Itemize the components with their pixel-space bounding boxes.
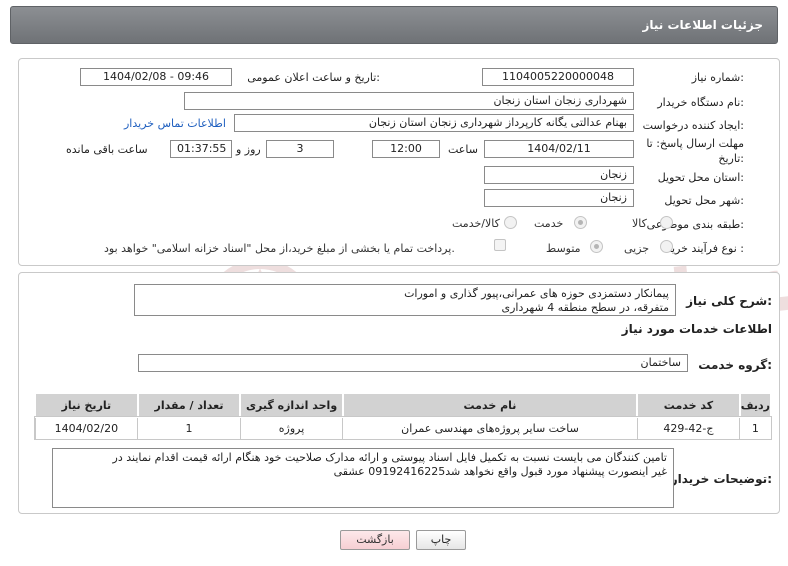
col-date-header: تاریخ نیاز: [34, 392, 139, 418]
table-row: 1 ج-42-429 ساخت سایر پروژه‌های مهندسی عم…: [34, 416, 772, 440]
delivery-city-field[interactable]: زنجان: [484, 189, 634, 207]
buyer-contact-link[interactable]: اطلاعات تماس خریدار: [124, 117, 226, 130]
process-radio-minor[interactable]: [660, 240, 673, 253]
col-row-header: ردیف: [738, 392, 773, 418]
service-group-field[interactable]: ساختمان: [138, 354, 688, 372]
category-radio-goods[interactable]: [660, 216, 673, 229]
buyer-notes-textarea[interactable]: تامین کنندگان می بایست نسبت به تکمیل فای…: [52, 448, 674, 508]
process-option-minor: جزیی: [624, 242, 650, 255]
delivery-province-field[interactable]: زنجان: [484, 166, 634, 184]
service-group-label: گروه خدمت:: [698, 358, 772, 372]
cell-unit: پروژه: [239, 416, 344, 440]
delivery-province-label: استان محل تحویل:: [657, 171, 744, 184]
requester-label: ایجاد کننده درخواست:: [642, 119, 744, 132]
treasury-checkbox[interactable]: [494, 239, 506, 251]
deadline-time-field[interactable]: 12:00: [372, 140, 440, 158]
cell-qty: 1: [137, 416, 241, 440]
summary-textarea[interactable]: پیمانکار دستمزدی حوزه های عمرانی،پیور گذ…: [134, 284, 676, 316]
category-option-service: خدمت: [534, 217, 564, 230]
deadline-time-label: ساعت: [448, 143, 478, 156]
col-name-header: نام خدمت: [341, 392, 639, 418]
treasury-note: پرداخت تمام یا بخشی از مبلغ خرید،از محل …: [104, 242, 455, 255]
cell-row: 1: [739, 416, 772, 440]
buyer-org-field[interactable]: شهرداری زنجان استان زنجان: [184, 92, 634, 110]
col-code-header: کد خدمت: [636, 392, 741, 418]
process-radio-medium[interactable]: [590, 240, 603, 253]
announce-datetime-field[interactable]: 1404/02/08 - 09:46: [80, 68, 232, 86]
page-header: جزئیات اطلاعات نیاز: [10, 6, 778, 44]
remaining-days-field[interactable]: 3: [266, 140, 334, 158]
cell-code: ج-42-429: [636, 416, 741, 440]
summary-line-2: متفرقه، در سطح منطقه 4 شهرداری: [501, 301, 669, 314]
buyer-notes-line-1: تامین کنندگان می بایست نسبت به تکمیل فای…: [112, 451, 667, 464]
back-button[interactable]: بازگشت: [340, 530, 410, 550]
page-title: جزئیات اطلاعات نیاز: [642, 18, 763, 32]
cell-date: 1404/02/20: [34, 416, 139, 440]
print-button[interactable]: چاپ: [416, 530, 466, 550]
deadline-label-line2: تاریخ:: [718, 152, 744, 165]
category-radio-service[interactable]: [574, 216, 587, 229]
process-label: نوع فرآیند خرید :: [666, 242, 744, 255]
delivery-city-label: شهر محل تحویل:: [664, 194, 744, 207]
requester-field[interactable]: بهنام عدالتی یگانه کارپرداز شهرداری زنجا…: [234, 114, 634, 132]
remaining-time-field[interactable]: 01:37:55: [170, 140, 232, 158]
services-table: ردیف کد خدمت نام خدمت واحد اندازه گیری ت…: [34, 392, 773, 440]
buyer-notes-line-2: غیر اینصورت پیشنهاد مورد قبول واقع نخواه…: [333, 465, 667, 478]
cell-name: ساخت سایر پروژه‌های مهندسی عمران: [342, 416, 638, 440]
buyer-org-label: نام دستگاه خریدار:: [657, 96, 744, 109]
summary-label: شرح کلی نیاز:: [686, 294, 772, 308]
services-heading: اطلاعات خدمات مورد نیاز: [621, 322, 772, 336]
deadline-date-field[interactable]: 1404/02/11: [484, 140, 634, 158]
need-info-panel: [18, 58, 780, 266]
category-radio-goods-service[interactable]: [504, 216, 517, 229]
process-option-medium: متوسط: [546, 242, 581, 255]
need-number-label: شماره نیاز:: [691, 71, 744, 84]
col-qty-header: تعداد / مقدار: [136, 392, 242, 418]
remaining-days-label: روز و: [236, 143, 261, 156]
col-unit-header: واحد اندازه گیری: [239, 392, 344, 418]
remaining-time-label: ساعت باقی مانده: [66, 143, 148, 156]
buyer-notes-label: توضیحات خریدار:: [670, 472, 772, 486]
need-number-field[interactable]: 1104005220000048: [482, 68, 634, 86]
category-option-goods: کالا: [632, 217, 647, 230]
summary-line-1: پیمانکار دستمزدی حوزه های عمرانی،پیور گذ…: [404, 287, 669, 300]
table-header-row: ردیف کد خدمت نام خدمت واحد اندازه گیری ت…: [34, 392, 773, 418]
deadline-label-line1: مهلت ارسال پاسخ: تا: [646, 137, 744, 150]
announce-datetime-label: تاریخ و ساعت اعلان عمومی:: [247, 71, 380, 84]
category-option-goods-service: کالا/خدمت: [452, 217, 500, 230]
